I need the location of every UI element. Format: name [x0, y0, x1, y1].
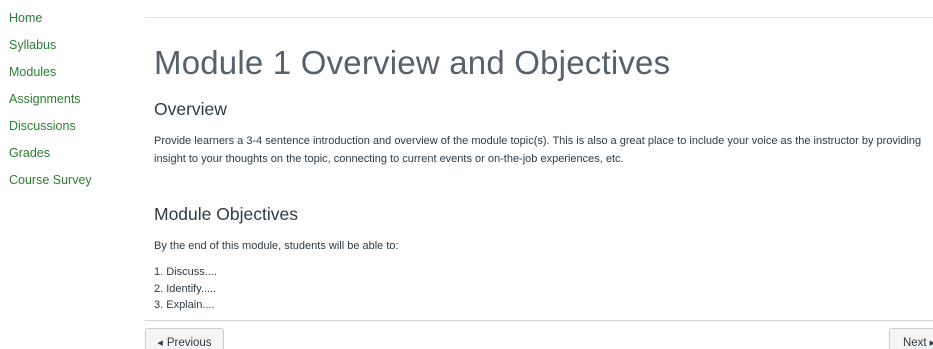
nav-item-syllabus[interactable]: Syllabus — [9, 38, 56, 52]
overview-text: Provide learners a 3-4 sentence introduc… — [154, 135, 922, 165]
nav-item-grades[interactable]: Grades — [9, 146, 50, 160]
top-divider — [145, 17, 933, 18]
previous-label: Previous — [166, 337, 212, 349]
caret-right-icon: ▶ — [929, 340, 933, 347]
next-label: Next — [902, 337, 927, 349]
previous-button[interactable]: ◀ Previous — [145, 328, 224, 349]
objectives-heading: Module Objectives — [154, 204, 298, 224]
nav-item-course-survey[interactable]: Course Survey — [9, 173, 92, 187]
nav-item-discussions[interactable]: Discussions — [9, 119, 76, 133]
nav-item-assignments[interactable]: Assignments — [9, 92, 81, 106]
list-item: 1. Discuss.... — [154, 266, 217, 278]
overview-heading: Overview — [154, 99, 227, 119]
page-content: Module 1 Overview and Objectives Overvie… — [145, 0, 933, 349]
list-item: 3. Explain.... — [154, 299, 215, 311]
next-button[interactable]: Next ▶ — [889, 328, 933, 349]
list-item: 2. Identify..... — [154, 282, 217, 295]
page: Home Syllabus Modules Assignments Discus… — [0, 0, 933, 349]
objectives-list: 1. Discuss.... 2. Identify..... 3. Expla… — [154, 264, 217, 314]
nav-item-modules[interactable]: Modules — [9, 65, 56, 79]
caret-left-icon: ◀ — [157, 340, 163, 347]
page-title: Module 1 Overview and Objectives — [154, 44, 671, 81]
footer-divider — [145, 320, 933, 321]
objectives-intro: By the end of this module, students will… — [154, 240, 399, 252]
nav-item-home[interactable]: Home — [9, 11, 42, 25]
